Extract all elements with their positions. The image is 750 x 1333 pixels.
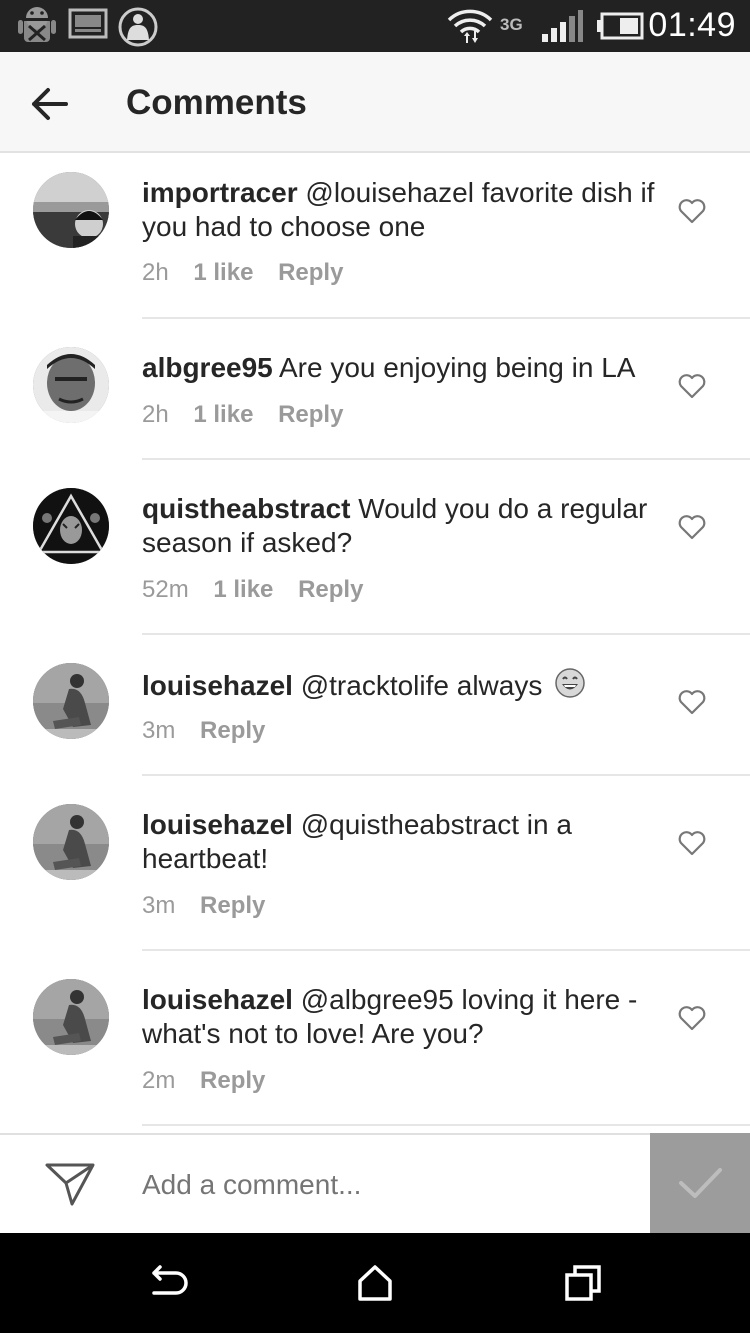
- system-nav-bar: [0, 1233, 750, 1333]
- comment-item: albgree95 Are you enjoying being in LA 2…: [0, 319, 750, 460]
- post-comment-button[interactable]: [650, 1133, 750, 1235]
- avatar[interactable]: [33, 663, 109, 739]
- comment-username[interactable]: albgree95: [142, 352, 273, 383]
- heart-icon[interactable]: [678, 198, 706, 224]
- battery-icon: [597, 12, 644, 40]
- heart-icon[interactable]: [678, 1005, 706, 1031]
- comment-likes[interactable]: 1 like: [213, 576, 273, 603]
- comment-text: albgree95 Are you enjoying being in LA: [142, 351, 662, 385]
- comment-username[interactable]: louisehazel: [142, 809, 293, 840]
- comment-username[interactable]: importracer: [142, 177, 298, 208]
- avatar[interactable]: [33, 804, 109, 880]
- comment-meta: 3m Reply: [142, 892, 283, 920]
- reply-button[interactable]: Reply: [200, 717, 265, 744]
- avatar[interactable]: [33, 979, 109, 1055]
- comment-username[interactable]: louisehazel: [142, 984, 293, 1015]
- image-notification-icon: [68, 8, 108, 39]
- comment-likes[interactable]: 1 like: [193, 401, 253, 428]
- comment-text: louisehazel @albgree95 loving it here - …: [142, 983, 657, 1051]
- checkmark-icon: [679, 1168, 722, 1198]
- android-debug-icon: [18, 7, 56, 42]
- header: Comments: [0, 52, 750, 153]
- reply-button[interactable]: Reply: [278, 259, 343, 286]
- recents-nav-icon[interactable]: [562, 1263, 606, 1303]
- back-nav-icon[interactable]: [146, 1263, 190, 1303]
- comments-list: importracer @louisehazel favorite dish i…: [0, 153, 750, 1133]
- comment-text: louisehazel @tracktolife always: [142, 667, 657, 703]
- comment-username[interactable]: louisehazel: [142, 670, 293, 701]
- comment-username[interactable]: quistheabstract: [142, 493, 351, 524]
- back-arrow-icon[interactable]: [28, 82, 72, 126]
- avatar[interactable]: [33, 488, 109, 564]
- heart-icon[interactable]: [678, 689, 706, 715]
- comment-item: louisehazel @tracktolife always 3m Reply: [0, 635, 750, 776]
- comment-meta: 2h 1 like Reply: [142, 259, 361, 287]
- comment-item: louisehazel @albgree95 loving it here - …: [0, 951, 750, 1126]
- reply-button[interactable]: Reply: [278, 401, 343, 428]
- comment-time: 2h: [142, 259, 169, 286]
- status-bar: 3G 01:49: [0, 0, 750, 52]
- divider: [142, 1124, 750, 1126]
- avatar[interactable]: [33, 172, 109, 248]
- signal-strength-icon: [542, 10, 583, 42]
- reply-button[interactable]: Reply: [298, 576, 363, 603]
- comment-time: 2m: [142, 1067, 176, 1094]
- comment-body: @tracktolife always: [300, 670, 543, 701]
- comment-text: quistheabstract Would you do a regular s…: [142, 492, 657, 560]
- app-notification-icon: [118, 7, 158, 47]
- network-type-label: 3G: [500, 15, 523, 34]
- avatar[interactable]: [33, 347, 109, 423]
- comment-time: 2h: [142, 401, 169, 428]
- grinning-face-icon: [555, 668, 585, 698]
- comment-composer: [0, 1133, 750, 1235]
- comment-time: 3m: [142, 717, 176, 744]
- comment-item: louisehazel @quistheabstract in a heartb…: [0, 776, 750, 951]
- heart-icon[interactable]: [678, 514, 706, 540]
- comment-meta: 3m Reply: [142, 717, 283, 745]
- heart-icon[interactable]: [678, 373, 706, 399]
- comment-item: importracer @louisehazel favorite dish i…: [0, 153, 750, 319]
- reply-button[interactable]: Reply: [200, 892, 265, 919]
- comment-time: 3m: [142, 892, 176, 919]
- comment-text: louisehazel @quistheabstract in a heartb…: [142, 808, 657, 876]
- comment-likes[interactable]: 1 like: [193, 259, 253, 286]
- comment-meta: 2m Reply: [142, 1067, 283, 1095]
- reply-button[interactable]: Reply: [200, 1067, 265, 1094]
- comment-time: 52m: [142, 576, 189, 603]
- comment-input[interactable]: [142, 1163, 632, 1207]
- home-nav-icon[interactable]: [353, 1263, 397, 1303]
- comment-text: importracer @louisehazel favorite dish i…: [142, 176, 657, 244]
- comment-meta: 52m 1 like Reply: [142, 576, 381, 604]
- wifi-icon: [447, 9, 493, 43]
- comment-item: quistheabstract Would you do a regular s…: [0, 460, 750, 635]
- clock: 01:49: [648, 6, 736, 44]
- comment-body: Are you enjoying being in LA: [278, 352, 636, 383]
- heart-icon[interactable]: [678, 830, 706, 856]
- page-title: Comments: [126, 83, 307, 122]
- comment-meta: 2h 1 like Reply: [142, 401, 361, 429]
- send-direct-icon[interactable]: [44, 1161, 96, 1207]
